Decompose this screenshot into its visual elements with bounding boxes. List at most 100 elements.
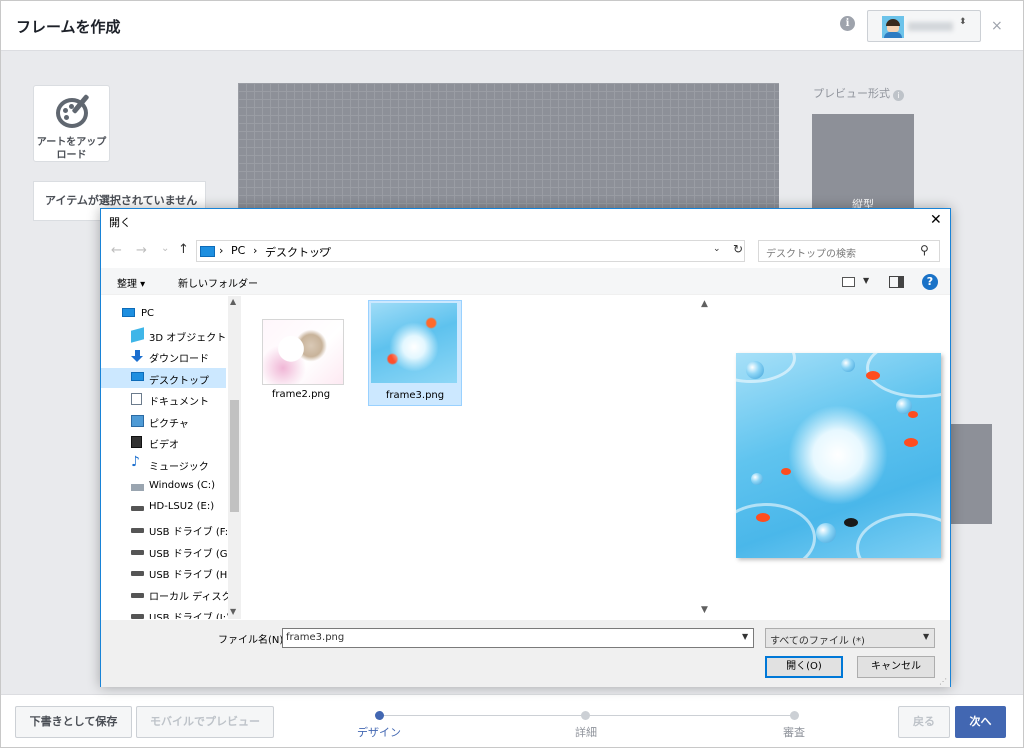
preview-landscape-option[interactable] bbox=[948, 424, 992, 524]
pc-icon bbox=[200, 246, 215, 257]
file-thumbnail bbox=[262, 319, 344, 385]
preview-portrait-option[interactable]: 縦型 bbox=[812, 114, 914, 214]
tree-item-drive-i[interactable]: ローカル ディスク (I: bbox=[101, 584, 241, 604]
file-name: frame2.png bbox=[271, 389, 331, 400]
breadcrumb-chevron-icon: › bbox=[319, 244, 324, 257]
tree-item-label: USB ドライブ (J:) bbox=[149, 613, 231, 619]
drive-icon bbox=[131, 506, 144, 511]
tree-item-desktop[interactable]: デスクトップ bbox=[101, 368, 226, 388]
filename-dropdown-icon[interactable]: ▼ bbox=[742, 632, 748, 641]
tree-item-label: USB ドライブ (F:) bbox=[149, 527, 233, 538]
scroll-down-icon[interactable]: ▼ bbox=[230, 607, 236, 616]
download-icon bbox=[131, 350, 144, 362]
account-selector[interactable]: ⬍ bbox=[867, 10, 981, 42]
tree-item-label: 3D オブジェクト bbox=[149, 333, 227, 344]
breadcrumb-chevron-icon: › bbox=[253, 244, 258, 257]
file-name: frame3.png bbox=[385, 390, 445, 401]
recent-locations-icon[interactable]: ⌄ bbox=[161, 243, 169, 254]
tree-item-downloads[interactable]: ダウンロード bbox=[101, 346, 226, 366]
account-name-blurred bbox=[908, 22, 953, 31]
preview-pane-icon[interactable] bbox=[889, 276, 904, 288]
scrollbar-thumb[interactable] bbox=[230, 400, 239, 512]
nav-forward-icon[interactable]: → bbox=[136, 243, 147, 258]
tree-item-drive-h[interactable]: USB ドライブ (H:) bbox=[101, 562, 235, 582]
tree-item-label: PC bbox=[141, 308, 155, 319]
tree-item-label: ダウンロード bbox=[149, 354, 209, 365]
tree-item-music[interactable]: ♪ ミュージック bbox=[101, 454, 226, 474]
view-options-icon[interactable] bbox=[842, 277, 855, 287]
breadcrumb-chevron-icon: › bbox=[219, 244, 224, 257]
file-item-frame3[interactable]: frame3.png bbox=[368, 300, 462, 406]
tree-item-label: ピクチャ bbox=[149, 419, 189, 430]
tree-item-3d-objects[interactable]: 3D オブジェクト bbox=[101, 325, 226, 345]
nav-back-icon[interactable]: ← bbox=[111, 243, 122, 258]
upload-art-label: アートをアップロード bbox=[36, 137, 107, 161]
step-label-review[interactable]: 審査 bbox=[764, 724, 824, 740]
help-icon[interactable]: ? bbox=[922, 274, 938, 290]
open-button[interactable]: 開く(O) bbox=[765, 656, 843, 678]
upload-art-button[interactable]: アートをアップロード bbox=[33, 85, 110, 162]
filetype-dropdown-icon[interactable]: ▼ bbox=[923, 632, 929, 641]
music-icon: ♪ bbox=[131, 454, 140, 470]
save-draft-button[interactable]: 下書きとして保存 bbox=[15, 706, 132, 738]
resize-grip-icon[interactable]: ⋰ bbox=[939, 677, 947, 686]
preview-format-label: プレビュー形式 i bbox=[813, 85, 904, 101]
file-thumbnail bbox=[371, 303, 457, 383]
next-button[interactable]: 次へ bbox=[955, 706, 1006, 738]
navigation-scrollbar[interactable]: ▲ ▼ bbox=[228, 296, 241, 619]
mobile-preview-button[interactable]: モバイルでプレビュー bbox=[136, 706, 274, 738]
dialog-bottom-area: ファイル名(N): frame3.png ▼ すべてのファイル (*) ▼ 開く… bbox=[101, 620, 950, 687]
nav-up-icon[interactable]: ↑ bbox=[178, 242, 189, 257]
view-caret-icon[interactable]: ▼ bbox=[863, 276, 869, 285]
header-bar: フレームを作成 i ⬍ × bbox=[1, 1, 1023, 51]
close-icon[interactable]: × bbox=[991, 18, 1003, 34]
step-label-details[interactable]: 詳細 bbox=[556, 724, 616, 740]
info-icon[interactable]: i bbox=[840, 16, 855, 31]
step-label-design[interactable]: デザイン bbox=[349, 724, 409, 740]
tree-item-documents[interactable]: ドキュメント bbox=[101, 389, 226, 409]
step-dot-design bbox=[375, 711, 384, 720]
drive-icon bbox=[131, 593, 144, 598]
tree-item-windows-c[interactable]: Windows (C:) bbox=[101, 476, 226, 496]
scroll-up-icon[interactable]: ▲ bbox=[701, 299, 708, 309]
dialog-close-icon[interactable]: ✕ bbox=[930, 212, 942, 228]
footer-bar: 下書きとして保存 モバイルでプレビュー デザイン 詳細 審査 戻る 次へ bbox=[1, 694, 1023, 747]
tree-item-drive-j[interactable]: USB ドライブ (J:) bbox=[101, 605, 230, 619]
navigation-pane: PC 3D オブジェクト ダウンロード デスクトップ ドキュメント ピクチャ ビ… bbox=[101, 296, 241, 619]
file-item-frame2[interactable]: frame2.png bbox=[254, 300, 348, 406]
drive-icon bbox=[131, 550, 144, 555]
breadcrumb-pc[interactable]: PC bbox=[231, 244, 245, 257]
search-icon: ⚲ bbox=[920, 243, 929, 257]
back-button[interactable]: 戻る bbox=[898, 706, 950, 738]
account-caret-icon: ⬍ bbox=[959, 17, 967, 27]
cancel-button[interactable]: キャンセル bbox=[857, 656, 935, 678]
video-icon bbox=[131, 436, 142, 448]
address-bar[interactable]: › PC › デスクトップ › bbox=[196, 240, 745, 262]
filetype-select[interactable]: すべてのファイル (*) bbox=[765, 628, 935, 648]
tree-item-pictures[interactable]: ピクチャ bbox=[101, 411, 226, 431]
file-list-scrollbar[interactable]: ▲ ▼ bbox=[697, 296, 714, 619]
pictures-icon bbox=[131, 415, 144, 427]
preview-info-icon[interactable]: i bbox=[893, 90, 904, 101]
address-dropdown-icon[interactable]: ⌄ bbox=[713, 244, 721, 254]
tree-item-drive-e[interactable]: HD-LSU2 (E:) bbox=[101, 497, 226, 517]
refresh-icon[interactable]: ↻ bbox=[733, 242, 743, 256]
scroll-up-icon[interactable]: ▲ bbox=[230, 297, 236, 306]
preview-format-text: プレビュー形式 bbox=[813, 87, 890, 100]
organize-menu[interactable]: 整理 ▾ bbox=[117, 275, 145, 290]
file-list: frame2.png frame3.png bbox=[242, 296, 714, 619]
new-folder-button[interactable]: 新しいフォルダー bbox=[178, 275, 258, 290]
tree-item-label: USB ドライブ (G:) bbox=[149, 549, 235, 560]
scroll-down-icon[interactable]: ▼ bbox=[701, 605, 708, 615]
tree-item-drive-f[interactable]: USB ドライブ (F:) bbox=[101, 519, 232, 539]
tree-item-label: デスクトップ bbox=[149, 376, 209, 387]
tree-item-videos[interactable]: ビデオ bbox=[101, 432, 226, 452]
tree-item-label: USB ドライブ (H:) bbox=[149, 570, 235, 581]
search-box[interactable]: デスクトップの検索 ⚲ bbox=[758, 240, 940, 262]
tree-item-pc[interactable]: PC bbox=[101, 304, 226, 324]
tree-item-drive-g[interactable]: USB ドライブ (G:) bbox=[101, 541, 235, 561]
filename-input[interactable]: frame3.png bbox=[282, 628, 754, 648]
drive-icon bbox=[131, 614, 144, 619]
step-dot-review bbox=[790, 711, 799, 720]
dialog-title: 開く bbox=[109, 216, 131, 229]
